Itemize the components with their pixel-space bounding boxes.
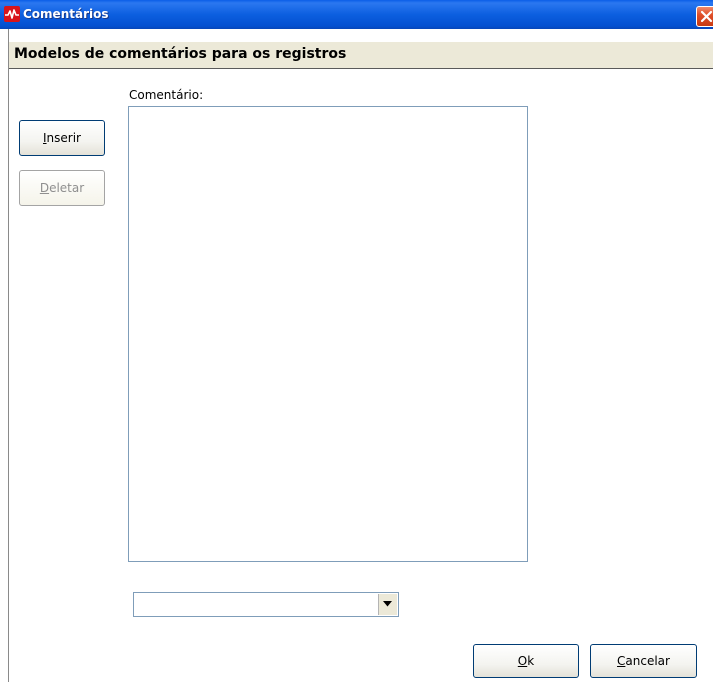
ok-mnemonic: O — [517, 654, 528, 668]
close-icon — [700, 10, 713, 23]
template-select[interactable] — [133, 592, 399, 617]
heartbeat-icon — [4, 6, 20, 22]
ok-label: k — [527, 654, 535, 668]
template-select-dropdown-button[interactable] — [378, 594, 397, 615]
cancelar-button[interactable]: Cancelar — [590, 644, 697, 678]
inserir-label: nserir — [46, 131, 81, 145]
deletar-mnemonic: D — [39, 181, 50, 195]
ok-button[interactable]: Ok — [473, 644, 579, 678]
comment-label: Comentário: — [129, 88, 204, 102]
deletar-button[interactable]: Deletar — [19, 170, 105, 206]
title-bar[interactable]: Comentários — [0, 0, 713, 29]
comment-textarea[interactable] — [128, 106, 528, 562]
cancelar-label: ancelar — [625, 654, 670, 668]
window-title: Comentários — [23, 7, 109, 21]
deletar-label: eletar — [49, 181, 85, 195]
inserir-button[interactable]: Inserir — [19, 120, 105, 156]
comentarios-window: Comentários Modelos de comentários para … — [0, 0, 713, 682]
page-title: Modelos de comentários para os registros — [14, 46, 347, 62]
chevron-down-icon — [383, 601, 392, 607]
close-button[interactable] — [696, 6, 713, 27]
window-left-border — [0, 29, 9, 682]
